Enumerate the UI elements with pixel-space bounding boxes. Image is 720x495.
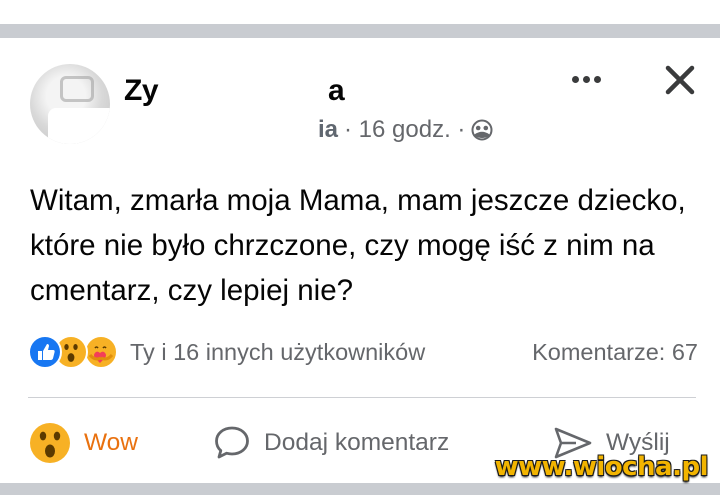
watermark: www.wiocha.pl (494, 452, 709, 482)
like-icon (28, 335, 62, 369)
author-name-fragment-left[interactable]: Zy (124, 74, 159, 108)
add-comment-button[interactable]: Dodaj komentarz (212, 418, 449, 468)
reaction-icons[interactable] (28, 335, 122, 369)
avatar-redaction (48, 108, 110, 144)
comment-icon (215, 426, 249, 459)
group-icon (471, 119, 493, 141)
bottom-separator (0, 483, 720, 495)
care-icon (84, 335, 118, 369)
author-name-fragment-right[interactable]: a (328, 74, 345, 108)
top-separator (0, 24, 720, 38)
actions-divider (28, 397, 696, 398)
post-card: Zy a ia · 16 godz. · Witam, zmarła moja … (0, 38, 720, 483)
post-text: Witam, zmarła moja Mama, mam jeszcze dzi… (30, 184, 686, 307)
close-button[interactable] (658, 58, 702, 102)
post-time[interactable]: · 16 godz. · (344, 116, 465, 144)
author-name-redaction (174, 68, 324, 112)
author-avatar[interactable] (30, 64, 110, 144)
add-comment-label: Dodaj komentarz (264, 429, 450, 456)
top-background (0, 0, 720, 40)
comments-count[interactable]: Komentarze: 67 (532, 339, 698, 366)
more-options-button[interactable] (564, 62, 608, 96)
reactions-row: Ty i 16 innych użytkowników Komentarze: … (28, 334, 708, 370)
wow-reaction-button[interactable]: Wow (28, 418, 138, 468)
reactions-summary[interactable]: Ty i 16 innych użytkowników (130, 339, 425, 366)
wow-icon (30, 423, 70, 463)
meta-name-fragment[interactable]: ia (318, 116, 338, 144)
wow-label: Wow (84, 429, 139, 456)
close-icon (665, 65, 695, 95)
avatar-image (60, 76, 94, 102)
post-meta: ia · 16 godz. · (318, 116, 493, 144)
more-dot (582, 75, 590, 83)
more-dot (593, 75, 601, 83)
more-dots-icon (571, 75, 579, 83)
